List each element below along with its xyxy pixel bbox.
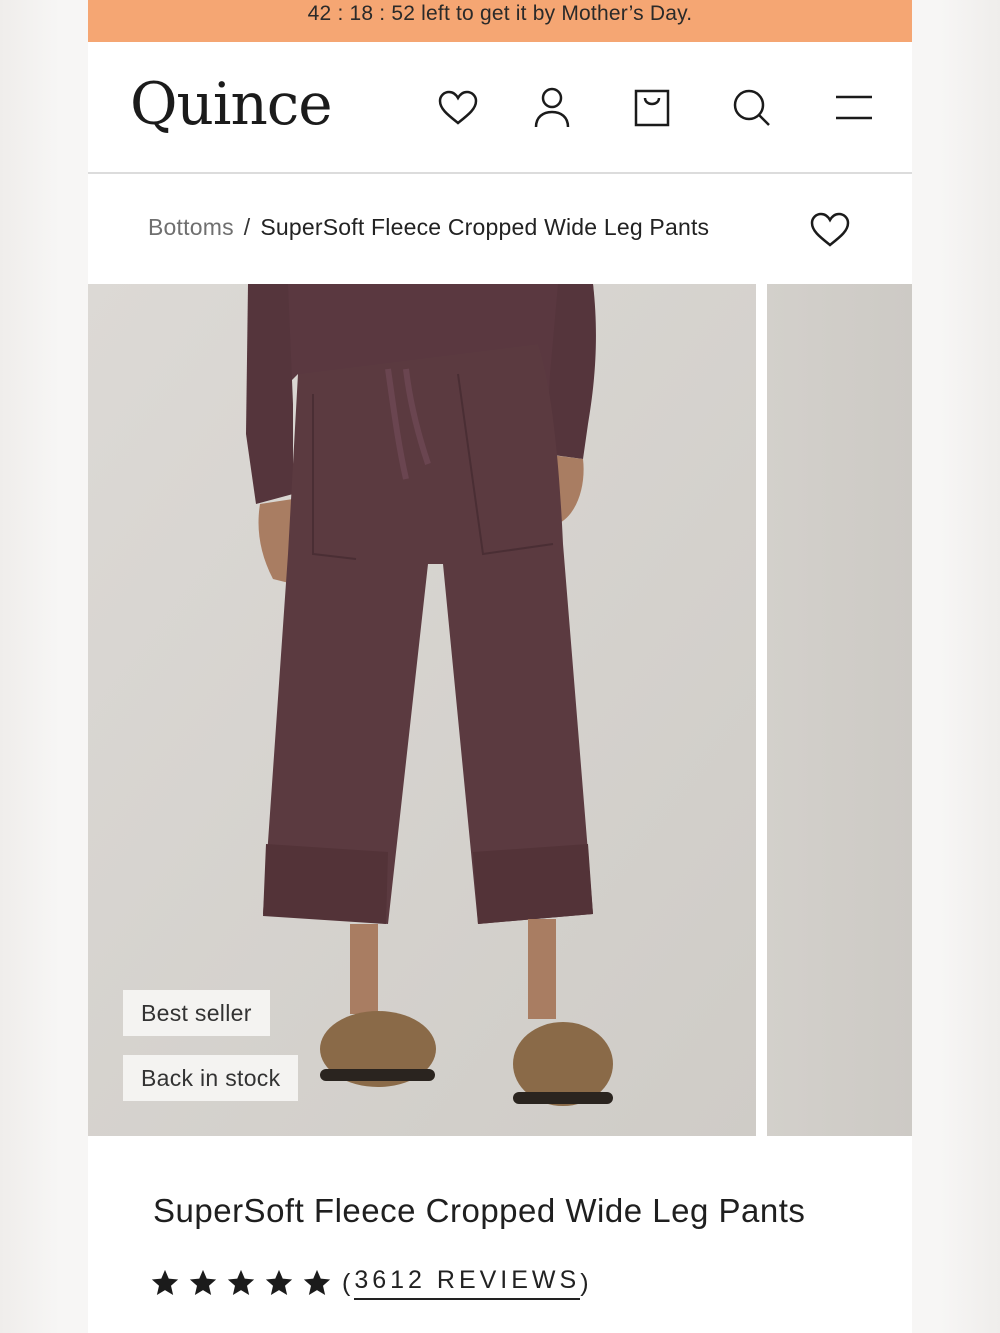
product-rating: (3612 REVIEWS) (150, 1266, 593, 1300)
badge-back-in-stock: Back in stock (123, 1055, 299, 1101)
product-photo-main[interactable]: Best seller Back in stock (88, 284, 756, 1136)
reviews-count: (3612 REVIEWS) (342, 1266, 593, 1300)
reviews-open-paren: ( (342, 1268, 355, 1297)
site-header: Quince (88, 42, 912, 174)
menu-button[interactable] (832, 86, 876, 130)
breadcrumb-separator: / (243, 214, 251, 240)
reviews-link[interactable]: 3612 REVIEWS (354, 1266, 581, 1300)
reviews-close-paren: ) (580, 1268, 593, 1297)
promo-banner[interactable]: 42 : 18 : 52 left to get it by Mother’s … (88, 0, 912, 42)
badge-best-seller: Best seller (123, 990, 270, 1036)
quince-logo[interactable]: Quince (130, 70, 333, 138)
star-icon (227, 1269, 255, 1295)
breadcrumb-link-bottoms[interactable]: Bottoms (148, 214, 234, 240)
product-gallery[interactable]: Best seller Back in stock (88, 284, 912, 1136)
account-button[interactable] (530, 86, 574, 130)
breadcrumb: Bottoms / SuperSoft Fleece Cropped Wide Le… (148, 214, 709, 241)
breadcrumb-current: SuperSoft Fleece Cropped Wide Leg Pants (260, 214, 710, 240)
star-icon (303, 1269, 331, 1295)
star-icon (265, 1269, 293, 1295)
wishlist-button[interactable] (436, 86, 480, 130)
product-title: SuperSoft Fleece Cropped Wide Leg Pants (153, 1192, 806, 1229)
search-button[interactable] (730, 86, 774, 130)
heart-icon (810, 212, 850, 247)
product-photo-next[interactable] (767, 284, 912, 1136)
menu-icon (836, 95, 872, 120)
add-to-wishlist-button[interactable] (808, 208, 852, 252)
cart-button[interactable] (630, 86, 674, 130)
product-page: 42 : 18 : 52 left to get it by Mother’s … (88, 0, 912, 1333)
promo-text: 42 : 18 : 52 left to get it by Mother’s … (307, 2, 693, 25)
star-icon (151, 1269, 179, 1295)
heart-icon (438, 90, 478, 125)
shopping-bag-icon (634, 89, 670, 127)
star-icon (189, 1269, 217, 1295)
breadcrumb-bar: Bottoms / SuperSoft Fleece Cropped Wide Le… (88, 174, 912, 284)
account-icon (534, 87, 570, 128)
search-icon (733, 89, 770, 126)
